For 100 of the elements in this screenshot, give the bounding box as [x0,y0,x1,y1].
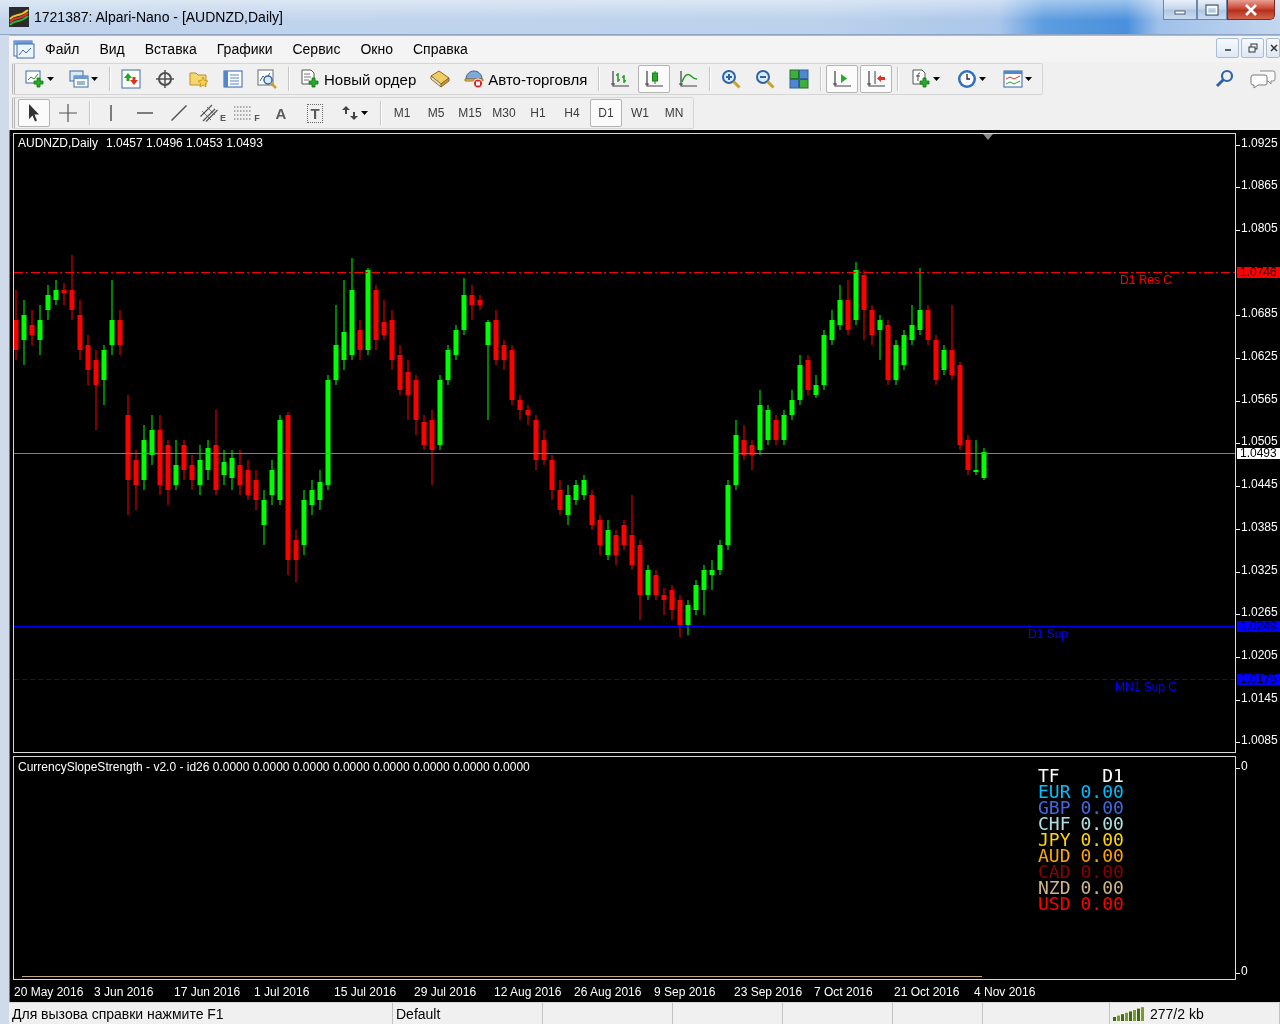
restore-button[interactable] [1241,38,1264,58]
currency-label: EUR [1038,784,1071,800]
auto-trading-button[interactable]: Авто-торговля [458,65,594,93]
chart-window-lines-icon [1002,69,1023,89]
menu-item[interactable]: Окно [350,38,403,60]
menu-item[interactable]: Файл [35,38,90,60]
price-tick-label: 1.0145 [1236,691,1278,704]
window-title: 1721387: Alpari-Nano - [AUDNZD,Daily] [34,9,283,25]
fibonacci-tool-button[interactable]: F [231,99,263,127]
currency-label: JPY [1038,832,1071,848]
close-button[interactable] [1227,0,1275,20]
date-tick-label: 7 Oct 2016 [814,986,874,999]
date-tick-label: 29 Jul 2016 [414,986,478,999]
new-order-button[interactable]: Новый ордер [294,65,423,93]
app-logo-icon [9,7,29,27]
timeframe-button[interactable]: M1 [386,99,418,127]
menu-item[interactable]: Вставка [134,38,207,60]
zoom-in-icon [721,69,742,89]
price-tick-label: 1.0805 [1236,221,1278,234]
date-tick-label: 4 Nov 2016 [974,986,1037,999]
hat-stop-icon [464,69,485,89]
chart-plus-icon [24,69,45,89]
text-label-tool-button[interactable]: T [299,99,331,127]
timeframe-button[interactable]: M30 [488,99,520,127]
minimize-button[interactable] [1163,0,1197,20]
text-tool-button[interactable]: A [265,99,297,127]
date-tick-label: 9 Sep 2016 [654,986,717,999]
connection-bars-icon [1113,1006,1145,1021]
close-icon [1244,3,1258,16]
date-tick-label: 17 Jun 2016 [174,986,242,999]
date-tick-label: 23 Sep 2016 [734,986,804,999]
dotted-lines-icon [234,106,253,120]
price-tag: 1.0746 [1237,267,1280,279]
tiles-icon [789,69,810,89]
restore-icon [1247,43,1258,53]
date-tick-label: 1 Jul 2016 [254,986,311,999]
menu-item[interactable]: Сервис [282,38,351,60]
price-tag: 1.0175 [1237,673,1280,685]
date-tick-label: 3 Jun 2016 [94,986,155,999]
strength-value: 0.00 [1080,832,1124,848]
price-tick-label: 1.0685 [1236,307,1278,320]
timeframe-button[interactable]: W1 [624,99,656,127]
book-icon [430,69,451,89]
currency-label: CHF [1038,816,1071,832]
arrows-window-icon [121,69,141,89]
strength-value: 0.00 [1080,848,1124,864]
line-chart-icon [678,69,699,89]
clock-icon [956,69,977,89]
autoscroll-button[interactable] [826,65,859,93]
candlestick-button[interactable] [638,65,671,93]
indicator-title: CurrencySlopeStrength - v2.0 - id26 0.0000 0.0000 0.0000 0.0000 0.0000 0.0000 0.0000 0.0000 [18,761,530,773]
symbol-label: AUDNZD,Daily [18,137,98,150]
chart-shift-marker-icon [983,134,993,140]
windows-icon [68,69,89,89]
chart-left-arrow-icon [866,69,887,89]
ohlc-values: 1.0457 1.0496 1.0453 1.0493 [106,137,263,150]
caret-icon [90,77,98,81]
traffic-text: 277/2 kb [1150,1005,1204,1022]
price-tick-label: 1.0385 [1236,520,1278,533]
up-down-arrows-icon [340,105,359,121]
timeframe-button[interactable]: M5 [420,99,452,127]
date-tick-label: 21 Oct 2016 [894,986,961,999]
strength-value: 0.00 [1080,800,1124,816]
status-help-text: Для вызова справки нажмите F1 [9,1003,393,1024]
scale-tick-label: 0 [1236,760,1248,772]
vertical-line-icon [110,105,112,121]
cursor-tool-button[interactable] [18,99,50,127]
crosshair-icon [155,69,175,89]
currency-label: CAD [1038,864,1071,880]
zoom-out-icon [755,69,776,89]
menu-item[interactable]: Графики [206,38,283,60]
channel-tool-button[interactable]: E [197,99,229,127]
bar-chart-icon [610,69,631,89]
price-tick-label: 1.0565 [1236,392,1278,405]
list-window-icon [223,69,243,89]
timeframe-button[interactable]: H4 [556,99,588,127]
timeframe-button[interactable]: MN [658,99,690,127]
price-tick-label: 1.0445 [1236,478,1278,491]
timeframe-button[interactable]: H1 [522,99,554,127]
currency-label: USD [1038,896,1071,912]
minimize-button[interactable] [1216,38,1239,58]
maximize-button[interactable] [1197,0,1227,20]
close-button[interactable] [1266,38,1280,58]
strength-value: 0.00 [1080,816,1124,832]
currency-label: GBP [1038,800,1071,816]
price-tag: 1.0249 [1237,621,1280,633]
menu-item[interactable]: Вид [89,38,135,60]
chart-shift-button[interactable] [860,65,893,93]
date-tick-label: 15 Jul 2016 [334,986,398,999]
menu-item[interactable]: Справка [402,38,478,60]
crosshair-icon [58,103,78,123]
timeframe-button[interactable]: M15 [454,99,486,127]
trend-line-icon [171,105,187,121]
search-icon [1215,69,1235,89]
chart-window-icon [13,39,35,59]
folder-star-icon [189,69,209,89]
timeframe-button[interactable]: D1 [590,99,622,127]
caret-icon [360,111,368,115]
function-document-plus-icon [910,69,931,89]
level-label: MN1 Sup C [1114,681,1177,694]
